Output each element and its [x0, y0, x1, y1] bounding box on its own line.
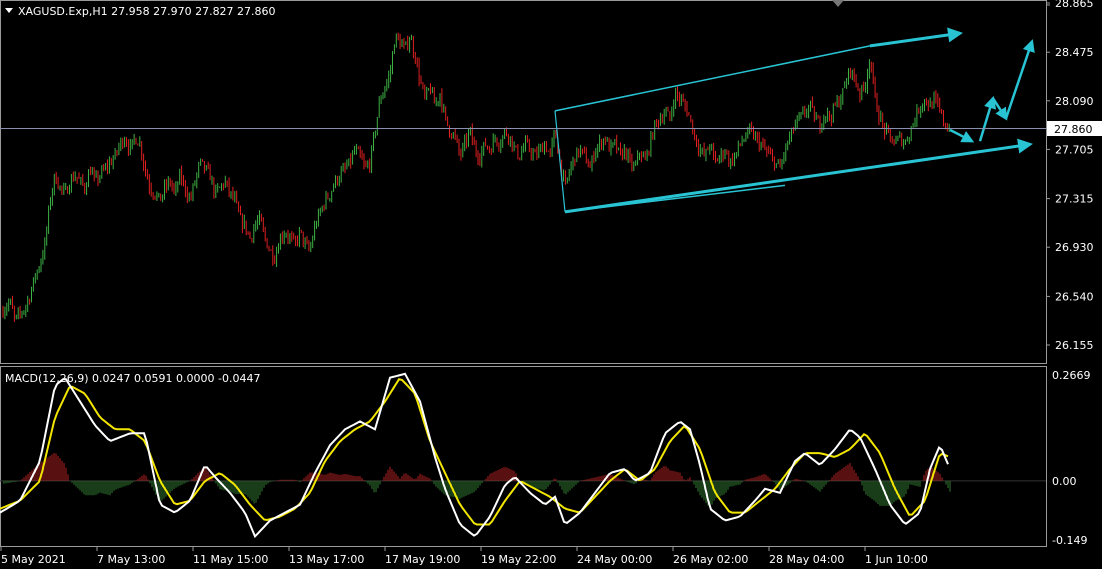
- time-tick-label: 7 May 13:00: [97, 553, 165, 566]
- time-tick-label: 17 May 19:00: [385, 553, 460, 566]
- time-tick-label: 1 Jun 10:00: [865, 553, 928, 566]
- time-tick-label: 5 May 2021: [1, 553, 66, 566]
- price-tick-label: 28.090: [1055, 95, 1094, 108]
- price-tick-label: 27.315: [1055, 193, 1094, 206]
- trading-chart[interactable]: XAGUSD.Exp,H1 27.958 27.970 27.827 27.86…: [0, 0, 1102, 569]
- price-tick-label: 26.930: [1055, 241, 1094, 254]
- time-tick-label: 26 May 02:00: [673, 553, 748, 566]
- macd-tick-label: 0.2669: [1052, 369, 1091, 382]
- price-tick-label: 26.540: [1055, 290, 1094, 303]
- price-tick-label: 27.705: [1055, 143, 1094, 156]
- price-tick-label: 26.155: [1055, 339, 1094, 352]
- price-tick-label: 28.475: [1055, 46, 1094, 59]
- svg-text:27.860: 27.860: [1054, 123, 1093, 136]
- price-tick-label: 28.865: [1055, 0, 1094, 10]
- chart-background: [0, 0, 1102, 569]
- time-tick-label: 19 May 22:00: [481, 553, 556, 566]
- macd-tick-label: 0.00: [1052, 475, 1077, 488]
- time-tick-label: 28 May 04:00: [769, 553, 844, 566]
- macd-label: MACD(12,26,9) 0.0247 0.0591 0.0000 -0.04…: [5, 372, 260, 385]
- current-price-tag: 27.860: [1047, 121, 1102, 136]
- time-tick-label: 11 May 15:00: [193, 553, 268, 566]
- time-tick-label: 13 May 17:00: [289, 553, 364, 566]
- macd-tick-label: -0.149: [1052, 534, 1087, 547]
- time-tick-label: 24 May 00:00: [577, 553, 652, 566]
- symbol-info: XAGUSD.Exp,H1 27.958 27.970 27.827 27.86…: [18, 5, 276, 18]
